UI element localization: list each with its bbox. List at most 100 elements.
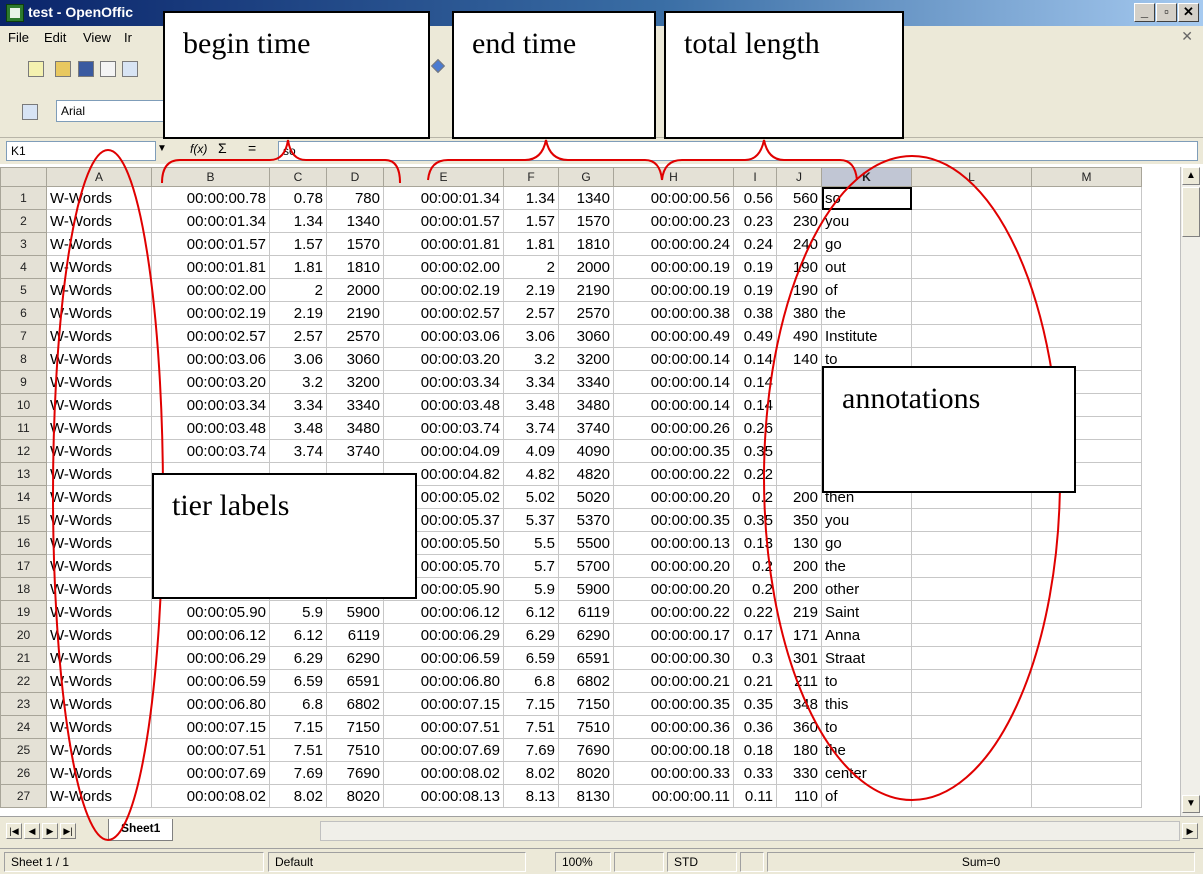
cell[interactable]: W-Words — [46, 347, 152, 371]
save-icon[interactable] — [78, 61, 94, 77]
cell[interactable]: 7.69 — [269, 761, 327, 785]
scroll-right-icon[interactable]: ▶ — [1182, 823, 1198, 839]
cell[interactable]: 00:00:00.22 — [613, 462, 734, 486]
cell[interactable]: W-Words — [46, 508, 152, 532]
cell[interactable]: 3.2 — [269, 370, 327, 394]
cell[interactable]: of — [821, 278, 912, 302]
cell[interactable]: W-Words — [46, 784, 152, 808]
cell[interactable]: 7.69 — [503, 738, 559, 762]
row-header[interactable]: 21 — [0, 646, 47, 670]
column-header-a[interactable]: A — [46, 167, 152, 187]
cell[interactable] — [776, 393, 822, 417]
cell[interactable]: 00:00:00.35 — [613, 439, 734, 463]
cell[interactable]: W-Words — [46, 370, 152, 394]
cell[interactable]: 00:00:07.69 — [151, 761, 270, 785]
cell[interactable] — [776, 462, 822, 486]
cell[interactable]: 0.22 — [733, 462, 777, 486]
cell[interactable]: 348 — [776, 692, 822, 716]
cell[interactable]: 1.57 — [503, 209, 559, 233]
email-icon[interactable] — [100, 61, 116, 77]
document-close-icon[interactable]: ✕ — [1181, 28, 1193, 45]
cell[interactable]: 5900 — [326, 600, 384, 624]
cell[interactable]: 00:00:03.48 — [151, 416, 270, 440]
cell[interactable]: 00:00:03.34 — [383, 370, 504, 394]
row-header[interactable]: 13 — [0, 462, 47, 486]
cell[interactable]: 00:00:01.81 — [383, 232, 504, 256]
cell[interactable]: 3200 — [326, 370, 384, 394]
cell[interactable]: 190 — [776, 255, 822, 279]
cell[interactable] — [911, 186, 1032, 210]
cell[interactable]: 6.12 — [503, 600, 559, 624]
cell[interactable]: 211 — [776, 669, 822, 693]
cell[interactable]: 2190 — [326, 301, 384, 325]
cell[interactable]: 00:00:08.02 — [151, 784, 270, 808]
cell[interactable]: 3.06 — [269, 347, 327, 371]
cell[interactable]: 2570 — [326, 324, 384, 348]
cell[interactable]: W-Words — [46, 715, 152, 739]
cell[interactable]: 7.15 — [269, 715, 327, 739]
cell[interactable]: to — [821, 715, 912, 739]
cell[interactable]: 301 — [776, 646, 822, 670]
cell[interactable]: 3740 — [326, 439, 384, 463]
cell[interactable]: 00:00:00.33 — [613, 761, 734, 785]
cell[interactable] — [1031, 761, 1142, 785]
cell[interactable]: 0.14 — [733, 370, 777, 394]
cell[interactable]: 2.19 — [269, 301, 327, 325]
cell[interactable]: 00:00:06.12 — [151, 623, 270, 647]
cell[interactable]: of — [821, 784, 912, 808]
row-header[interactable]: 22 — [0, 669, 47, 693]
cell[interactable]: 0.2 — [733, 577, 777, 601]
vertical-scrollbar[interactable]: ▲ ▼ — [1180, 167, 1200, 816]
restore-button[interactable]: ▫ — [1156, 3, 1177, 22]
cell[interactable] — [911, 600, 1032, 624]
cell[interactable] — [911, 715, 1032, 739]
selection-mode[interactable]: STD — [667, 852, 737, 872]
row-header[interactable]: 19 — [0, 600, 47, 624]
cell[interactable]: 0.78 — [269, 186, 327, 210]
cell[interactable]: 1.57 — [269, 232, 327, 256]
column-header-b[interactable]: B — [151, 167, 270, 187]
menu-insert[interactable]: Ir — [124, 30, 132, 45]
page-style[interactable]: Default — [268, 852, 526, 872]
row-header[interactable]: 4 — [0, 255, 47, 279]
cell[interactable]: 8020 — [326, 784, 384, 808]
new-document-icon[interactable] — [28, 61, 44, 77]
last-sheet-icon[interactable]: ▶| — [60, 823, 76, 839]
cell[interactable]: to — [821, 669, 912, 693]
cell[interactable]: 6290 — [558, 623, 614, 647]
cell[interactable]: 1.81 — [503, 232, 559, 256]
column-header-c[interactable]: C — [269, 167, 327, 187]
cell[interactable] — [911, 232, 1032, 256]
row-header[interactable]: 15 — [0, 508, 47, 532]
row-header[interactable]: 11 — [0, 416, 47, 440]
cell[interactable]: 0.35 — [733, 439, 777, 463]
row-header[interactable]: 16 — [0, 531, 47, 555]
cell[interactable]: 0.36 — [733, 715, 777, 739]
cell[interactable]: W-Words — [46, 600, 152, 624]
cell[interactable]: 00:00:05.90 — [151, 600, 270, 624]
cell[interactable]: W-Words — [46, 301, 152, 325]
cell[interactable]: 3060 — [326, 347, 384, 371]
cell[interactable] — [911, 531, 1032, 555]
cell[interactable]: 4.09 — [503, 439, 559, 463]
cell[interactable]: 5370 — [558, 508, 614, 532]
cell[interactable]: 00:00:00.21 — [613, 669, 734, 693]
cell[interactable]: 3.74 — [503, 416, 559, 440]
cell[interactable]: 2.57 — [503, 301, 559, 325]
cell[interactable]: 230 — [776, 209, 822, 233]
cell[interactable]: 5020 — [558, 485, 614, 509]
cell[interactable]: 0.14 — [733, 347, 777, 371]
cell[interactable]: 6591 — [558, 646, 614, 670]
open-folder-icon[interactable] — [55, 61, 71, 77]
cell[interactable]: 1570 — [326, 232, 384, 256]
cell[interactable]: 00:00:07.69 — [383, 738, 504, 762]
menu-view[interactable]: View — [83, 30, 111, 45]
cell[interactable]: 00:00:00.20 — [613, 554, 734, 578]
cell[interactable]: 0.21 — [733, 669, 777, 693]
cell[interactable]: 8.02 — [269, 784, 327, 808]
cell[interactable] — [911, 508, 1032, 532]
cell[interactable] — [911, 209, 1032, 233]
scroll-down-icon[interactable]: ▼ — [1182, 795, 1200, 813]
cell[interactable]: 00:00:02.19 — [151, 301, 270, 325]
cell[interactable]: 219 — [776, 600, 822, 624]
